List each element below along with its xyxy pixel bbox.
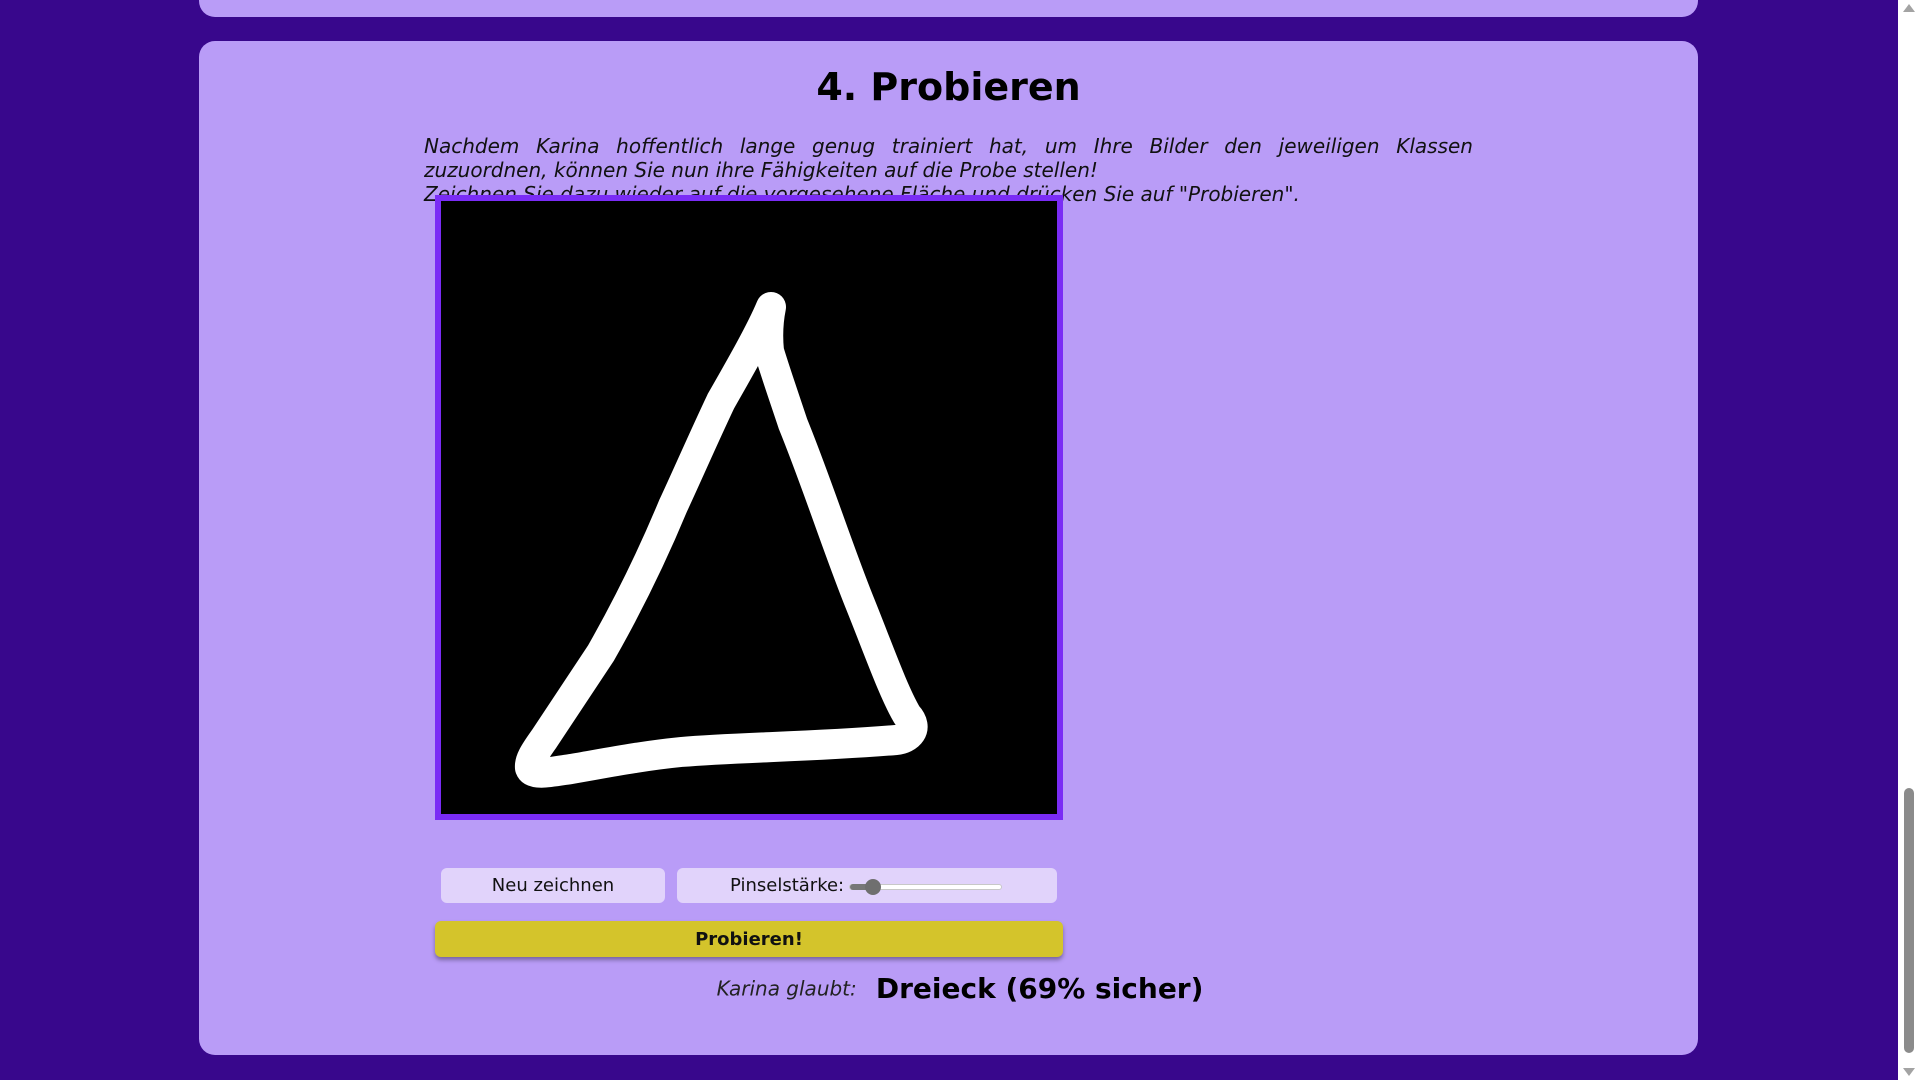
scroll-down-icon[interactable] <box>1903 1068 1915 1076</box>
drawing-controls: Neu zeichnen Pinselstärke: <box>441 868 1057 903</box>
scroll-up-icon[interactable] <box>1903 4 1915 12</box>
drawing-canvas[interactable] <box>435 195 1063 820</box>
prediction-result: Karina glaubt: Dreieck (69% sicher) <box>0 972 1920 1016</box>
instructions-line-1: Nachdem Karina hoffentlich lange genug t… <box>424 134 1473 182</box>
canvas-drawing <box>514 292 928 788</box>
section-title: 4. Probieren <box>816 65 1081 109</box>
try-button[interactable]: Probieren! <box>435 921 1063 957</box>
previous-section-card <box>199 0 1698 17</box>
brush-size-control: Pinselstärke: <box>677 868 1057 903</box>
page: 4. Probieren Nachdem Karina hoffentlich … <box>0 0 1920 1080</box>
brush-size-label: Pinselstärke: <box>730 875 845 896</box>
prediction-value: Dreieck (69% sicher) <box>875 972 1204 1005</box>
brush-size-slider[interactable] <box>849 879 1002 895</box>
slider-thumb[interactable] <box>864 879 881 895</box>
vertical-scrollbar[interactable] <box>1898 0 1920 1080</box>
prediction-label: Karina glaubt: <box>716 976 857 1001</box>
clear-canvas-button[interactable]: Neu zeichnen <box>441 868 665 903</box>
drawn-triangle-stroke <box>514 292 928 788</box>
scrollbar-thumb[interactable] <box>1904 788 1914 1053</box>
